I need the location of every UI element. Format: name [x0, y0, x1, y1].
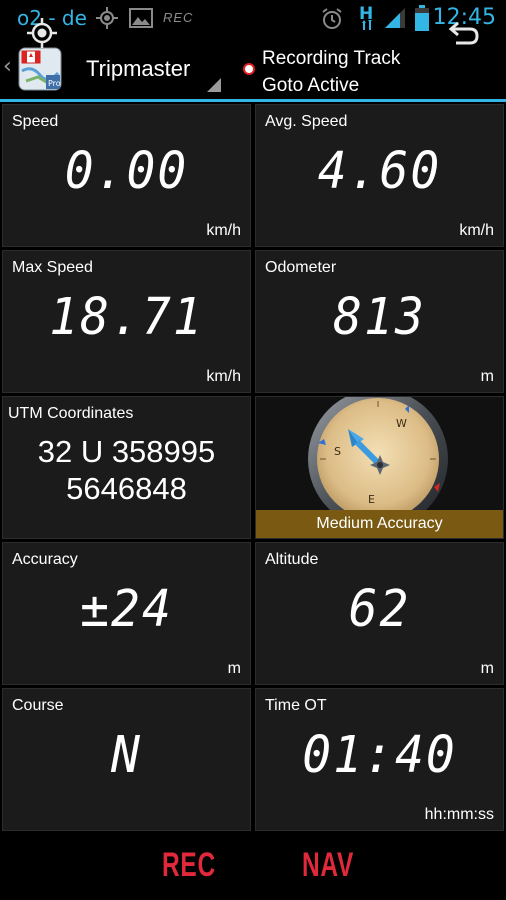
tile-label: Speed: [12, 113, 59, 130]
accuracy-value: ±24: [80, 579, 173, 639]
tile-label: Odometer: [265, 259, 337, 276]
image-icon: [129, 7, 153, 33]
tile-label: Altitude: [265, 551, 319, 568]
tile-unit: m: [480, 660, 494, 677]
tile-accuracy[interactable]: Accuracy ±24 m: [2, 542, 251, 685]
tile-unit: m: [227, 660, 241, 677]
tracking-status[interactable]: Recording Track Goto Active: [262, 45, 400, 99]
tile-unit: km/h: [459, 222, 494, 239]
alarm-icon: [320, 7, 344, 35]
utm-zone-easting: 32 U 358995: [37, 434, 216, 469]
tile-avg-speed[interactable]: Avg. Speed 4.60 km/h: [255, 104, 504, 247]
undo-arrow-icon: [448, 21, 479, 45]
altitude-value: 62: [348, 579, 411, 639]
tile-label: UTM Coordinates: [8, 405, 134, 422]
rec-indicator: REC: [163, 10, 194, 25]
course-value: N: [111, 725, 142, 785]
compass-letter-s: S: [334, 445, 341, 458]
tile-utm-coordinates[interactable]: UTM Coordinates 32 U 358995 5646848: [2, 396, 251, 539]
tile-unit: m: [480, 368, 494, 385]
tile-max-speed[interactable]: Max Speed 18.71 km/h: [2, 250, 251, 393]
max-speed-value: 18.71: [49, 287, 204, 347]
tile-time-ot[interactable]: Time OT 01:40 hh:mm:ss: [255, 688, 504, 831]
action-bar-divider: [0, 99, 506, 102]
tile-unit: km/h: [206, 368, 241, 385]
tile-label: Max Speed: [12, 259, 93, 276]
speed-value: 0.00: [64, 141, 189, 201]
spinner-indicator-icon[interactable]: [207, 78, 221, 92]
tile-label: Accuracy: [12, 551, 78, 568]
svg-text:Pro: Pro: [48, 79, 61, 88]
compass-letter-w: W: [396, 417, 407, 430]
avg-speed-value: 4.60: [317, 141, 442, 201]
hspa-icon: H: [357, 3, 379, 37]
back-button[interactable]: [400, 0, 506, 66]
rec-button[interactable]: REC: [162, 846, 216, 885]
tile-label: Time OT: [265, 697, 327, 714]
tile-label: Avg. Speed: [265, 113, 348, 130]
tile-altitude[interactable]: Altitude 62 m: [255, 542, 504, 685]
crosshair-icon: [27, 18, 57, 48]
tile-compass[interactable]: W S E Medium Accuracy: [255, 396, 504, 539]
tile-unit: km/h: [206, 222, 241, 239]
time-ot-value: 01:40: [302, 725, 457, 785]
tile-unit: hh:mm:ss: [424, 806, 494, 823]
odometer-value: 813: [333, 287, 426, 347]
tile-speed[interactable]: Speed 0.00 km/h: [2, 104, 251, 247]
utm-value: 32 U 358995 5646848: [3, 433, 250, 507]
bottom-bar: [0, 834, 506, 900]
status-line-goto: Goto Active: [262, 75, 360, 96]
nav-button[interactable]: NAV: [302, 846, 354, 885]
tile-odometer[interactable]: Odometer 813 m: [255, 250, 504, 393]
utm-northing: 5646848: [66, 471, 187, 506]
accuracy-band: Medium Accuracy: [256, 510, 503, 538]
tile-label: Course: [12, 697, 64, 714]
recording-dot-icon: [243, 63, 255, 75]
locate-button[interactable]: [0, 0, 126, 66]
status-line-recording: Recording Track: [262, 48, 401, 69]
tile-course[interactable]: Course N: [2, 688, 251, 831]
compass-letter-e: E: [368, 493, 375, 506]
